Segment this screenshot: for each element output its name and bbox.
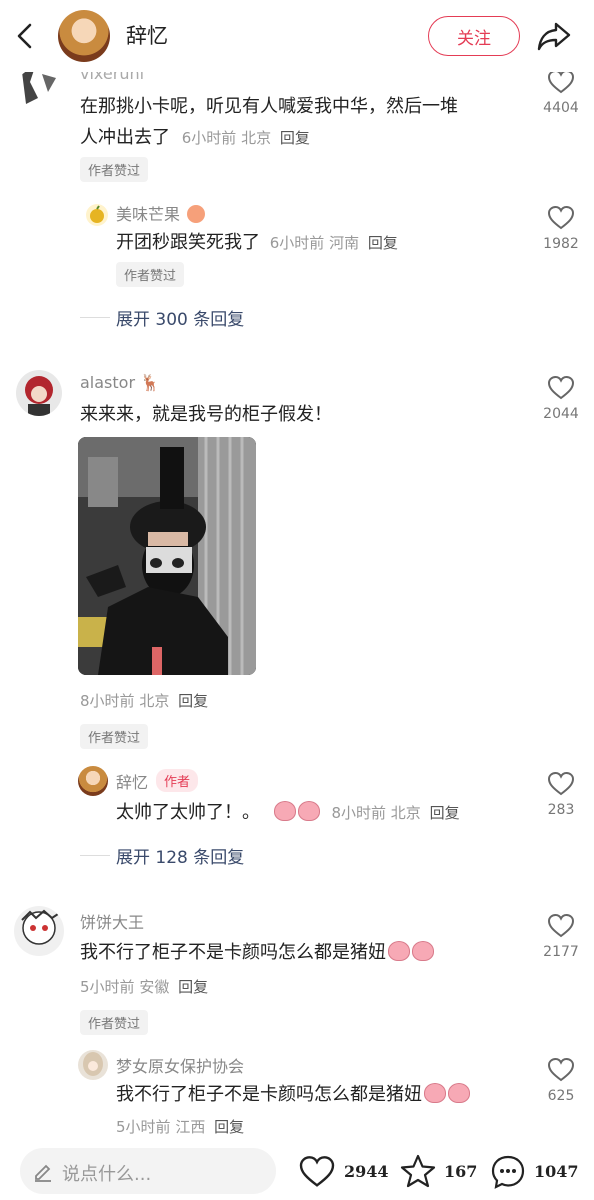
- reply-button[interactable]: 回复: [214, 1118, 244, 1136]
- reply-text: 我不行了柜子不是卡颜吗怎么都是猪妞: [116, 1080, 470, 1110]
- avatar[interactable]: [78, 766, 108, 796]
- avatar[interactable]: [16, 370, 62, 416]
- like-count: 283: [547, 802, 575, 818]
- comment-meta: 8小时前 北京 回复: [80, 692, 209, 710]
- expand-replies-button[interactable]: 展开 300 条回复: [116, 305, 244, 330]
- reply-text: 开团秒跟笑死我了 6小时前 河南 回复: [116, 232, 398, 253]
- like-count: 2044: [543, 406, 579, 422]
- comment-text: 在那挑小卡呢，听见有人喊爱我中华，然后一堆: [80, 96, 458, 117]
- bottom-bar: 说点什么... 2944 167 1047: [0, 1142, 594, 1200]
- crying-pig-emoji-icon: [424, 1083, 446, 1103]
- comment-username: alastor 🦌: [80, 373, 161, 392]
- like-column[interactable]: 4404: [531, 69, 591, 116]
- like-count: 1982: [543, 236, 579, 252]
- divider: [80, 317, 110, 318]
- star-icon[interactable]: [400, 1154, 436, 1188]
- author-liked-tag: 作者赞过: [80, 157, 149, 182]
- like-column[interactable]: 2177: [531, 913, 591, 960]
- like-column[interactable]: 625: [531, 1057, 591, 1104]
- avatar[interactable]: [16, 68, 62, 108]
- comment-placeholder: 说点什么...: [62, 1164, 152, 1185]
- comment-text: 来来来，就是我号的柜子假发！: [80, 404, 332, 425]
- like-column[interactable]: 1982: [531, 205, 591, 252]
- reply-username: 辞忆 作者: [116, 769, 199, 793]
- avatar[interactable]: [14, 906, 64, 956]
- reply-username: 美味芒果: [116, 201, 206, 225]
- heart-icon[interactable]: [547, 375, 575, 400]
- reply-button[interactable]: 回复: [178, 692, 208, 710]
- heart-icon[interactable]: [547, 1057, 575, 1082]
- like-count: 625: [547, 1088, 575, 1104]
- reply-button[interactable]: 回复: [178, 978, 208, 996]
- author-avatar[interactable]: [58, 10, 110, 62]
- pencil-icon: [35, 1164, 51, 1182]
- share-icon[interactable]: [536, 20, 572, 52]
- like-column[interactable]: 2044: [531, 375, 591, 422]
- comment-count: 1047: [534, 1162, 579, 1181]
- follow-button[interactable]: 关注: [428, 16, 520, 56]
- comment-meta: 5小时前 安徽 回复: [80, 978, 209, 996]
- like-column[interactable]: 283: [531, 771, 591, 818]
- top-bar: 辞忆 关注: [0, 0, 594, 72]
- reply-meta: 5小时前 江西 回复: [116, 1118, 245, 1136]
- reply-button[interactable]: 回复: [280, 129, 310, 147]
- heart-icon[interactable]: [547, 69, 575, 94]
- pig-emoji-icon: [273, 801, 296, 821]
- star-count: 167: [444, 1162, 478, 1181]
- deer-emoji-icon: 🦌: [140, 373, 161, 392]
- crying-pig-emoji-icon: [388, 941, 410, 961]
- expand-replies-button[interactable]: 展开 128 条回复: [116, 843, 244, 868]
- author-liked-tag: 作者赞过: [80, 1010, 149, 1035]
- reply-text: 太帅了太帅了！。 8小时前 北京 回复: [116, 801, 460, 823]
- author-badge: 作者: [156, 769, 199, 792]
- reply-button[interactable]: 回复: [430, 804, 460, 822]
- heart-icon[interactable]: [547, 205, 575, 230]
- avatar[interactable]: [86, 204, 108, 226]
- comment-text: 人冲出去了 6小时前 北京 回复: [80, 127, 310, 148]
- author-liked-tag: 作者赞过: [80, 724, 149, 749]
- comment-username[interactable]: 饼饼大王: [80, 909, 144, 933]
- reply-button[interactable]: 回复: [368, 234, 398, 252]
- author-name[interactable]: 辞忆: [126, 20, 168, 50]
- pig-emoji-icon: [297, 801, 320, 821]
- back-icon[interactable]: [14, 22, 38, 50]
- divider: [80, 855, 110, 856]
- reply-username[interactable]: 梦女原女保护协会: [116, 1053, 244, 1077]
- avatar[interactable]: [78, 1050, 108, 1080]
- like-count: 2944: [344, 1162, 389, 1181]
- comment-photo[interactable]: [78, 437, 256, 675]
- crying-pig-emoji-icon: [412, 941, 434, 961]
- heart-icon[interactable]: [298, 1156, 336, 1188]
- heart-icon[interactable]: [547, 913, 575, 938]
- comment-input[interactable]: 说点什么...: [20, 1148, 276, 1194]
- peach-emoji-icon: [187, 205, 206, 223]
- comment-bubble-icon[interactable]: [490, 1154, 526, 1190]
- like-count: 2177: [543, 944, 579, 960]
- like-count: 4404: [543, 100, 579, 116]
- crying-pig-emoji-icon: [448, 1083, 470, 1103]
- comment-text: 我不行了柜子不是卡颜吗怎么都是猪妞: [80, 938, 434, 968]
- heart-icon[interactable]: [547, 771, 575, 796]
- author-liked-tag: 作者赞过: [116, 262, 185, 287]
